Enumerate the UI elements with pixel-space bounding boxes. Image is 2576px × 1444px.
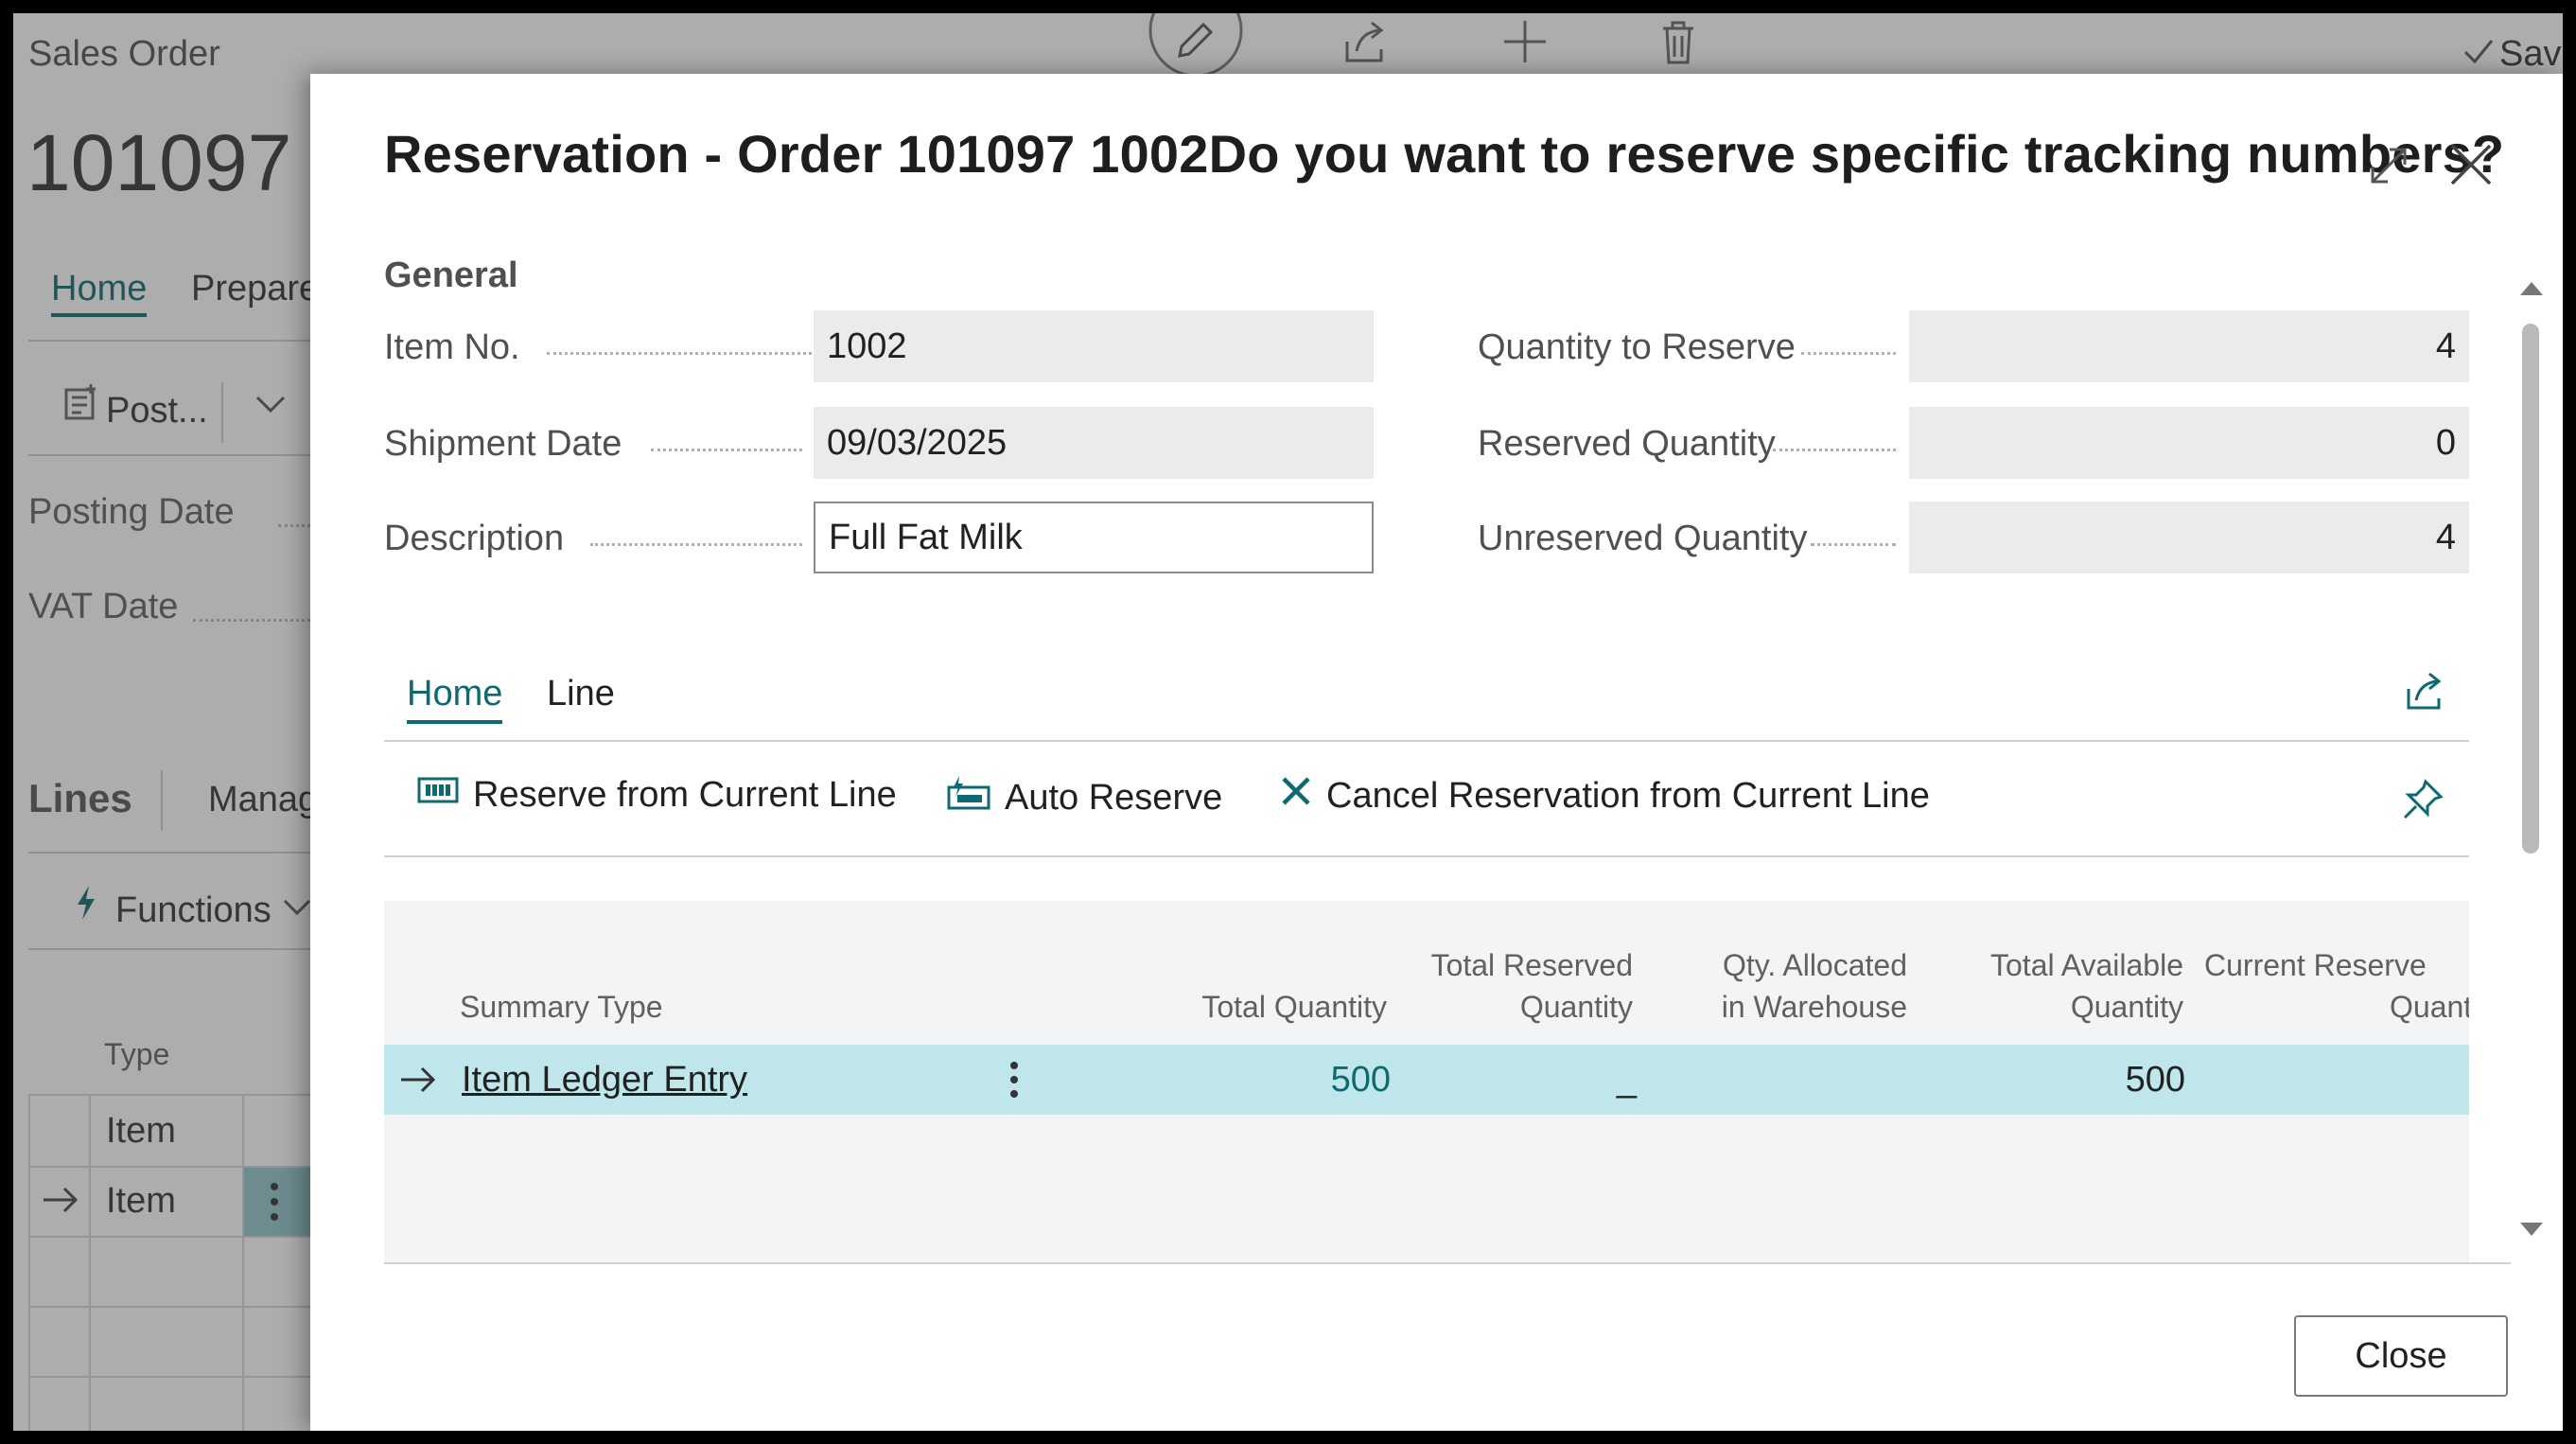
dots <box>1801 352 1896 355</box>
header-qty-allocated-line1[interactable]: Qty. Allocated <box>1604 944 1907 986</box>
screen: Sales Order 101097 · A Sav Home Prepare … <box>13 13 2563 1431</box>
unreserved-quantity-label: Unreserved Quantity <box>1478 519 1808 558</box>
dialog-title: Reservation - Order 101097 1002Do you wa… <box>384 124 2505 184</box>
total-reserved-cell[interactable]: _ <box>1334 1045 1637 1115</box>
row-menu-icon[interactable] <box>1008 1045 1020 1138</box>
close-button[interactable]: Close <box>2294 1315 2508 1397</box>
cancel-x-icon <box>1279 774 1313 818</box>
shipment-date-field[interactable]: 09/03/2025 <box>814 407 1374 479</box>
action-label: Reserve from Current Line <box>473 774 897 815</box>
pin-icon[interactable] <box>2401 778 2445 826</box>
reserve-from-current-line-button[interactable]: Reserve from Current Line <box>416 774 897 816</box>
reserved-quantity-field[interactable]: 0 <box>1909 407 2469 479</box>
reserve-line-icon <box>416 774 460 816</box>
tabs-divider <box>384 740 2469 742</box>
description-label: Description <box>384 519 565 558</box>
cancel-reservation-button[interactable]: Cancel Reservation from Current Line <box>1279 774 1930 818</box>
dots <box>590 543 802 546</box>
header-total-available-line2[interactable]: Quantity <box>1881 986 2183 1028</box>
unreserved-quantity-field[interactable]: 4 <box>1909 502 2469 573</box>
action-label: Auto Reserve <box>1005 777 1223 818</box>
quantity-to-reserve-label: Quantity to Reserve <box>1478 327 1796 367</box>
table-row[interactable]: Item Ledger Entry 500 _ 500 <box>384 1045 2469 1115</box>
auto-reserve-button[interactable]: Auto Reserve <box>946 774 1222 821</box>
tab-home[interactable]: Home <box>407 674 503 724</box>
header-total-available-line1[interactable]: Total Available <box>1881 944 2183 986</box>
description-field[interactable]: Full Fat Milk <box>814 502 1374 573</box>
scroll-up-icon[interactable] <box>2518 278 2545 302</box>
header-current-reserved-line2[interactable]: Quanti <box>2390 986 2469 1028</box>
close-icon[interactable] <box>2446 140 2496 194</box>
tab-line[interactable]: Line <box>547 674 615 714</box>
header-summary-type[interactable]: Summary Type <box>460 986 663 1028</box>
actions-divider <box>384 855 2469 857</box>
header-total-reserved-line2[interactable]: Quantity <box>1330 986 1633 1028</box>
share-icon[interactable] <box>2403 670 2446 718</box>
dots <box>651 449 802 451</box>
reserved-quantity-label: Reserved Quantity <box>1478 424 1776 464</box>
table-bottom-divider <box>384 1262 2511 1264</box>
reservation-summary-table: Summary Type Total Quantity Total Reserv… <box>384 901 2469 1262</box>
scroll-down-icon[interactable] <box>2518 1221 2545 1244</box>
scrollbar-thumb[interactable] <box>2522 324 2539 854</box>
header-qty-allocated-line2[interactable]: in Warehouse <box>1604 986 1907 1028</box>
shipment-date-label: Shipment Date <box>384 424 622 464</box>
total-available-cell[interactable]: 500 <box>1883 1045 2185 1115</box>
arrow-right-icon <box>397 1045 439 1138</box>
dots <box>1773 449 1896 451</box>
quantity-to-reserve-field[interactable]: 4 <box>1909 310 2469 382</box>
reservation-dialog: Reservation - Order 101097 1002Do you wa… <box>310 74 2563 1431</box>
header-current-reserved-line1[interactable]: Current Reserve <box>2204 944 2427 986</box>
header-total-reserved-line1[interactable]: Total Reserved <box>1330 944 1633 986</box>
item-no-field[interactable]: 1002 <box>814 310 1374 382</box>
section-general: General <box>384 255 518 295</box>
item-no-label: Item No. <box>384 327 520 367</box>
action-label: Cancel Reservation from Current Line <box>1326 775 1930 816</box>
dots <box>1811 543 1896 546</box>
summary-type-cell[interactable]: Item Ledger Entry <box>462 1045 747 1115</box>
auto-reserve-icon <box>946 774 991 821</box>
expand-icon[interactable] <box>2367 144 2410 192</box>
